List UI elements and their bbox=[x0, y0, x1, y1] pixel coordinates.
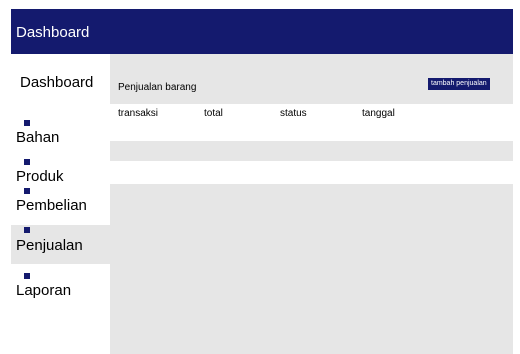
sidebar-item-label: Pembelian bbox=[16, 197, 87, 214]
page-title: Penjualan barang bbox=[118, 82, 197, 93]
bullet-icon bbox=[24, 120, 30, 126]
sidebar-item-laporan[interactable]: Laporan bbox=[16, 273, 111, 312]
sidebar-item-pembelian[interactable]: Pembelian bbox=[16, 188, 111, 227]
top-bar: Dashboard bbox=[11, 9, 513, 54]
app-title: Dashboard bbox=[16, 24, 90, 41]
column-header-transaksi[interactable]: transaksi bbox=[118, 108, 158, 119]
main-content: Penjualan barang tambah penjualan transa… bbox=[110, 54, 513, 354]
sidebar-item-label: Produk bbox=[16, 168, 64, 185]
bullet-icon bbox=[24, 188, 30, 194]
sidebar-item-label: Bahan bbox=[16, 129, 60, 146]
column-header-total[interactable]: total bbox=[204, 108, 223, 119]
column-header-tanggal[interactable]: tanggal bbox=[362, 108, 395, 119]
sidebar-item-bahan[interactable]: Bahan bbox=[16, 120, 111, 159]
add-penjualan-button[interactable]: tambah penjualan bbox=[428, 78, 490, 90]
bullet-icon bbox=[24, 159, 30, 165]
table-row[interactable] bbox=[110, 161, 513, 184]
sidebar-item-penjualan[interactable]: Penjualan bbox=[11, 225, 110, 264]
sidebar-item-label: Penjualan bbox=[16, 237, 83, 254]
bullet-icon bbox=[24, 273, 30, 279]
bullet-icon bbox=[24, 227, 30, 233]
sidebar-item-label: Laporan bbox=[16, 282, 72, 299]
column-header-status[interactable]: status bbox=[280, 108, 307, 119]
table-header: transaksi total status tanggal bbox=[110, 104, 513, 141]
sidebar: Dashboard Bahan Produk Pembelian Penjual… bbox=[11, 54, 110, 354]
sidebar-item-dashboard[interactable]: Dashboard bbox=[20, 74, 93, 91]
